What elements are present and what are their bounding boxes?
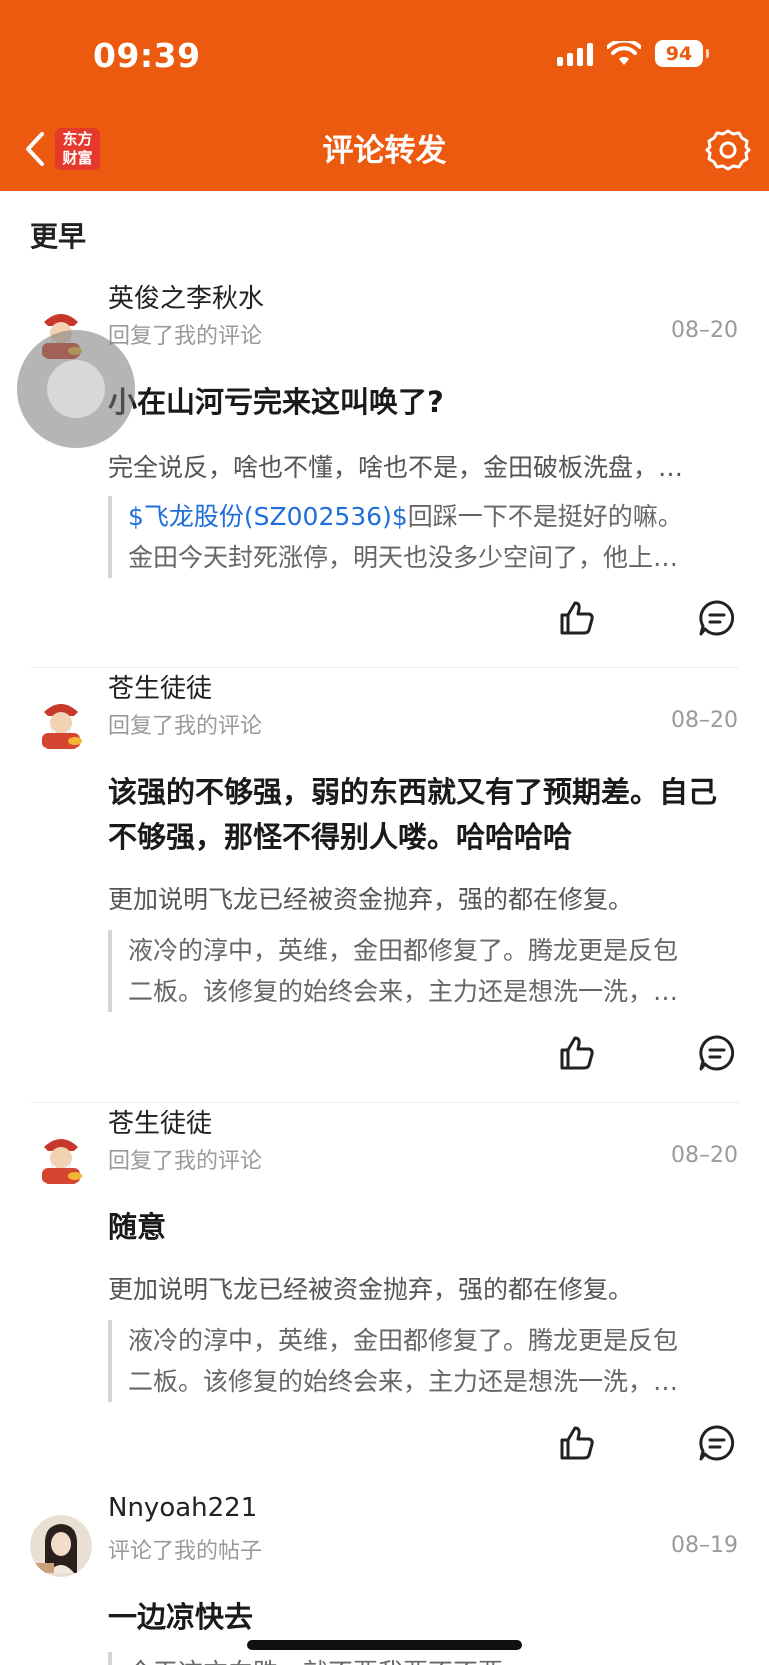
quoted-post[interactable]: $飞龙股份(SZ002536)$回踩一下不是挺好的嘛。 金田今天封死涨停，明天也… <box>108 496 738 578</box>
action-text: 回复了我的评论 <box>108 714 263 739</box>
thumbs-up-icon[interactable] <box>556 598 596 638</box>
comment-icon[interactable] <box>697 598 737 638</box>
gear-icon[interactable] <box>705 127 751 173</box>
date: 08–20 <box>671 318 738 343</box>
my-comment[interactable]: 更加说明飞龙已经被资金抛弃，强的都在修复。 <box>108 1270 740 1306</box>
action-text: 回复了我的评论 <box>108 324 263 349</box>
stock-link[interactable]: $飞龙股份(SZ002536)$ <box>128 502 408 531</box>
quote-line: 二板。该修复的始终会来，主力还是想洗一洗，… <box>128 977 679 1006</box>
my-comment[interactable]: 完全说反，啥也不懂，啥也不是，金田破板洗盘，… <box>108 448 740 484</box>
reply-text[interactable]: 随意 <box>108 1205 738 1250</box>
signal-icon <box>557 42 593 66</box>
date: 08–20 <box>671 708 738 733</box>
section-title: 更早 <box>30 220 87 253</box>
quote-line: 回踩一下不是挺好的嘛。 <box>407 502 683 531</box>
battery-indicator: 94 <box>655 40 709 67</box>
my-comment[interactable]: 更加说明飞龙已经被资金抛弃，强的都在修复。 <box>108 880 740 916</box>
username[interactable]: Nnyoah221 <box>108 1493 257 1523</box>
page-title: 评论转发 <box>322 133 447 169</box>
username[interactable]: 苍生徒徒 <box>108 668 212 705</box>
reply-text[interactable]: 一边凉快去 <box>108 1595 738 1640</box>
status-time: 09:39 <box>93 36 201 75</box>
username[interactable]: 英俊之李秋水 <box>108 278 264 315</box>
comment-icon[interactable] <box>697 1423 737 1463</box>
home-indicator[interactable] <box>247 1640 522 1650</box>
thumbs-up-icon[interactable] <box>556 1423 596 1463</box>
comment-icon[interactable] <box>697 1033 737 1073</box>
quote-line: 金田今天封死涨停，明天也没多少空间了，他上… <box>128 543 679 572</box>
quoted-post[interactable]: 液冷的淳中，英维，金田都修复了。腾龙更是反包 二板。该修复的始终会来，主力还是想… <box>108 1320 738 1402</box>
quote-line: 今天这方向跌，就不要我要不不要 <box>128 1652 738 1665</box>
quote-line: 液冷的淳中，英维，金田都修复了。腾龙更是反包 <box>128 1326 679 1355</box>
quoted-post[interactable]: 液冷的淳中，英维，金田都修复了。腾龙更是反包 二板。该修复的始终会来，主力还是想… <box>108 930 738 1012</box>
quote-line: 二板。该修复的始终会来，主力还是想洗一洗，… <box>128 1367 679 1396</box>
reply-text[interactable]: 该强的不够强，弱的东西就又有了预期差。自己不够强，那怪不得别人喽。哈哈哈哈 <box>108 770 738 860</box>
action-text: 回复了我的评论 <box>108 1149 263 1174</box>
thumbs-up-icon[interactable] <box>556 1033 596 1073</box>
action-text: 评论了我的帖子 <box>108 1539 263 1564</box>
avatar[interactable] <box>30 1515 92 1577</box>
date: 08–20 <box>671 1143 738 1168</box>
quoted-post[interactable]: 今天这方向跌，就不要我要不不要 <box>108 1652 738 1665</box>
touch-indicator <box>17 330 135 448</box>
wifi-icon <box>607 40 641 65</box>
app-header: 09:39 94 东方 财富 评论转发 <box>0 0 769 191</box>
avatar[interactable] <box>30 690 92 752</box>
status-icons: 94 <box>557 40 709 67</box>
date: 08–19 <box>671 1533 738 1558</box>
username[interactable]: 苍生徒徒 <box>108 1103 212 1140</box>
reply-text[interactable]: 小在山河亏完来这叫唤了? <box>108 380 738 425</box>
quote-line: 液冷的淳中，英维，金田都修复了。腾龙更是反包 <box>128 936 679 965</box>
avatar[interactable] <box>30 1125 92 1187</box>
